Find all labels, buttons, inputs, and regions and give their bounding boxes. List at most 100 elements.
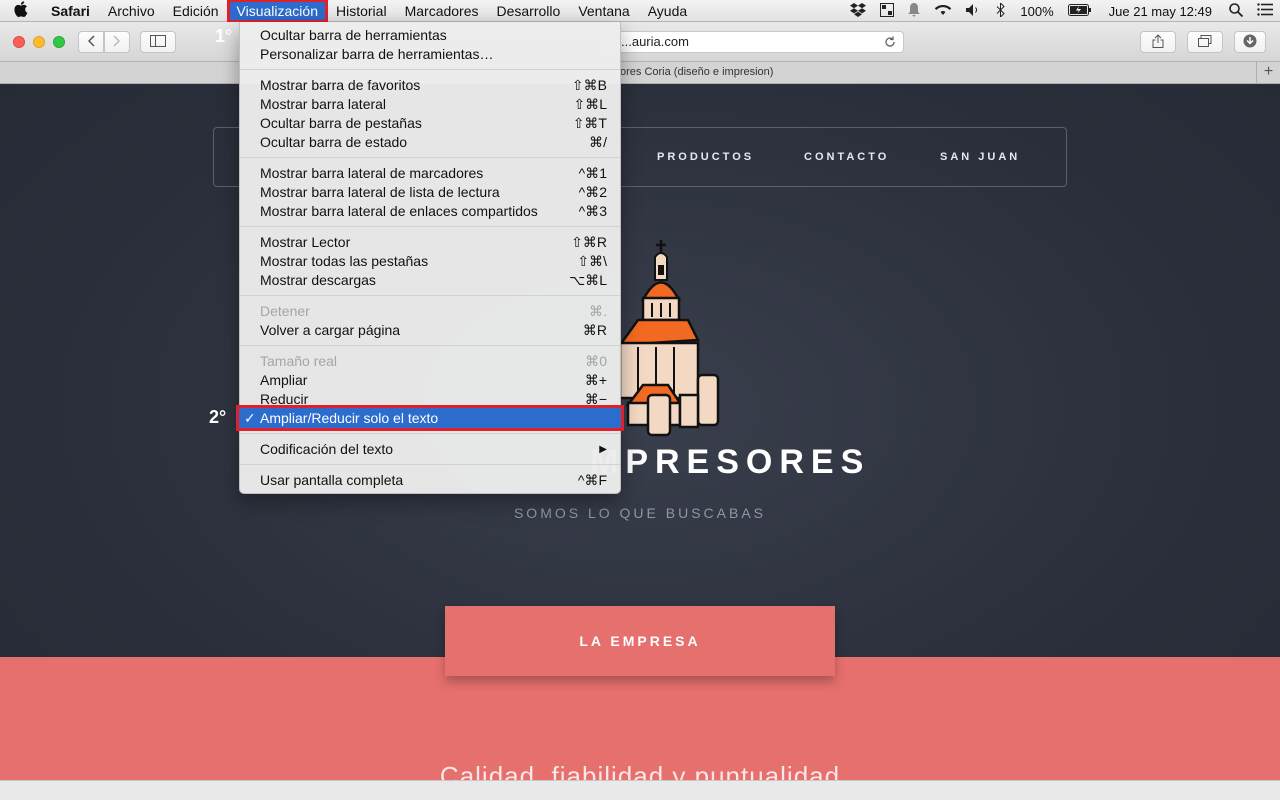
sidebar-icon bbox=[150, 34, 166, 50]
notification-center-icon[interactable] bbox=[1250, 3, 1280, 19]
share-button[interactable] bbox=[1140, 31, 1176, 53]
battery-icon[interactable] bbox=[1061, 3, 1099, 19]
menu-item-label: Mostrar todas las pestañas bbox=[260, 253, 429, 269]
menu-item-shortcut: ⌘+ bbox=[584, 372, 607, 388]
download-icon bbox=[1243, 34, 1257, 51]
menu-item-shortcut: ⇧⌘R bbox=[571, 234, 607, 250]
minimize-window-button[interactable] bbox=[33, 36, 45, 48]
menu-item-tamano-real: Tamaño real ⌘0 bbox=[240, 352, 620, 371]
nav-san-juan[interactable]: SAN JUAN bbox=[940, 151, 1020, 163]
menu-item-label: Mostrar barra lateral bbox=[260, 96, 387, 112]
menu-item-barra-enlaces-compartidos[interactable]: Mostrar barra lateral de enlaces compart… bbox=[240, 202, 620, 221]
menu-ventana[interactable]: Ventana bbox=[569, 0, 638, 22]
menu-item-ocultar-barra-estado[interactable]: Ocultar barra de estado ⌘/ bbox=[240, 133, 620, 152]
bluetooth-icon[interactable] bbox=[989, 1, 1013, 20]
submenu-arrow-icon: ▶ bbox=[599, 444, 607, 455]
reload-icon[interactable] bbox=[884, 32, 896, 54]
menu-item-mostrar-barra-favoritos[interactable]: Mostrar barra de favoritos ⇧⌘B bbox=[240, 76, 620, 95]
menu-item-label: Detener bbox=[260, 303, 310, 319]
battery-percent: 100% bbox=[1020, 3, 1054, 19]
menu-item-ampliar[interactable]: Ampliar ⌘+ bbox=[240, 371, 620, 390]
menu-item-shortcut: ⇧⌘T bbox=[572, 115, 607, 131]
dropbox-icon[interactable] bbox=[843, 2, 873, 20]
menu-item-shortcut: ⌥⌘L bbox=[569, 272, 607, 288]
volume-icon[interactable] bbox=[959, 3, 989, 19]
menu-edicion[interactable]: Edición bbox=[164, 0, 228, 22]
menu-archivo[interactable]: Archivo bbox=[99, 0, 164, 22]
tab-title[interactable]: ores Coria (diseño e impresion) bbox=[620, 66, 773, 78]
menu-separator bbox=[240, 69, 620, 70]
empresa-label: LA EMPRESA bbox=[579, 633, 701, 649]
menu-historial[interactable]: Historial bbox=[327, 0, 396, 22]
menu-item-label: Tamaño real bbox=[260, 353, 338, 369]
menu-item-label: Usar pantalla completa bbox=[260, 472, 404, 488]
menu-marcadores[interactable]: Marcadores bbox=[396, 0, 488, 22]
apple-icon[interactable] bbox=[0, 0, 42, 21]
share-icon bbox=[1152, 33, 1164, 51]
menu-item-mostrar-todas-pestanas[interactable]: Mostrar todas las pestañas ⇧⌘\ bbox=[240, 252, 620, 271]
menu-item-label: Mostrar descargas bbox=[260, 272, 376, 288]
menu-item-shortcut: ^⌘3 bbox=[578, 203, 607, 219]
back-button[interactable] bbox=[78, 31, 104, 53]
browser-toolbar: ...auria.com bbox=[0, 22, 1280, 62]
menu-item-label: Ampliar bbox=[260, 372, 308, 388]
tabs-overview-button[interactable] bbox=[1187, 31, 1223, 53]
menu-item-label: Codificación del texto bbox=[260, 441, 394, 457]
fullscreen-window-button[interactable] bbox=[53, 36, 65, 48]
sidebar-toggle-button[interactable] bbox=[140, 31, 176, 53]
menu-item-pantalla-completa[interactable]: Usar pantalla completa ^⌘F bbox=[240, 471, 620, 490]
downloads-button[interactable] bbox=[1234, 31, 1266, 53]
menu-separator bbox=[240, 345, 620, 346]
menu-item-shortcut: ⇧⌘B bbox=[571, 77, 607, 93]
menu-item-label: Mostrar barra lateral de marcadores bbox=[260, 165, 484, 181]
menu-item-label: Mostrar barra lateral de lista de lectur… bbox=[260, 184, 500, 200]
nav-productos[interactable]: PRODUCTOS bbox=[657, 151, 754, 163]
menu-item-codificacion-texto[interactable]: Codificación del texto ▶ bbox=[240, 440, 620, 459]
forward-button[interactable] bbox=[104, 31, 130, 53]
menu-separator bbox=[240, 295, 620, 296]
menu-item-mostrar-barra-lateral[interactable]: Mostrar barra lateral ⇧⌘L bbox=[240, 95, 620, 114]
brand-name: MPRESORES bbox=[590, 443, 871, 481]
close-window-button[interactable] bbox=[13, 36, 25, 48]
address-text: ...auria.com bbox=[621, 34, 689, 49]
menu-item-label: Mostrar barra de favoritos bbox=[260, 77, 421, 93]
empresa-tab[interactable]: LA EMPRESA bbox=[445, 606, 835, 676]
menu-item-shortcut: ⇧⌘\ bbox=[577, 253, 607, 269]
menu-item-personalizar-barra[interactable]: Personalizar barra de herramientas… bbox=[240, 45, 620, 64]
menu-separator bbox=[240, 226, 620, 227]
menu-item-ocultar-barra-pestanas[interactable]: Ocultar barra de pestañas ⇧⌘T bbox=[240, 114, 620, 133]
horizontal-scrollbar[interactable] bbox=[0, 780, 1280, 800]
tagline: SOMOS LO QUE BUSCABAS bbox=[513, 505, 767, 521]
grid-app-icon[interactable] bbox=[873, 2, 901, 20]
chevron-right-icon bbox=[113, 34, 121, 50]
menu-item-shortcut: ^⌘1 bbox=[578, 165, 607, 181]
address-bar[interactable]: ...auria.com bbox=[600, 31, 904, 53]
menu-item-barra-marcadores[interactable]: Mostrar barra lateral de marcadores ^⌘1 bbox=[240, 164, 620, 183]
menu-item-label: Personalizar barra de herramientas… bbox=[260, 46, 494, 62]
menu-item-label: Ocultar barra de estado bbox=[260, 134, 408, 150]
menu-safari[interactable]: Safari bbox=[42, 0, 99, 22]
menu-item-shortcut: ⌘/ bbox=[589, 134, 607, 150]
nav-contacto[interactable]: CONTACTO bbox=[804, 151, 889, 163]
menu-item-ocultar-barra-herramientas[interactable]: Ocultar barra de herramientas bbox=[240, 26, 620, 45]
new-tab-button[interactable]: + bbox=[1256, 62, 1280, 84]
menu-item-shortcut: ⌘R bbox=[582, 322, 607, 338]
menu-separator bbox=[240, 433, 620, 434]
web-page: PRODUCTOS CONTACTO SAN JUAN MPRESORES SO… bbox=[0, 85, 1280, 800]
menu-item-volver-cargar[interactable]: Volver a cargar página ⌘R bbox=[240, 321, 620, 340]
wifi-icon[interactable] bbox=[927, 3, 959, 19]
menu-item-barra-lista-lectura[interactable]: Mostrar barra lateral de lista de lectur… bbox=[240, 183, 620, 202]
menu-visualizacion[interactable]: Visualización bbox=[226, 0, 329, 23]
menu-separator bbox=[240, 464, 620, 465]
datetime[interactable]: Jue 21 may 12:49 bbox=[1099, 4, 1222, 19]
menu-ayuda[interactable]: Ayuda bbox=[639, 0, 696, 22]
menu-item-label: Ampliar/Reducir solo el texto bbox=[260, 410, 439, 426]
menu-item-mostrar-descargas[interactable]: Mostrar descargas ⌥⌘L bbox=[240, 271, 620, 290]
notification-bell-icon[interactable] bbox=[901, 2, 927, 20]
spotlight-search-icon[interactable] bbox=[1222, 2, 1250, 20]
menu-item-mostrar-lector[interactable]: Mostrar Lector ⇧⌘R bbox=[240, 233, 620, 252]
menu-item-shortcut: ⇧⌘L bbox=[573, 96, 607, 112]
menu-item-ampliar-reducir-solo-texto[interactable]: ✓ Ampliar/Reducir solo el texto bbox=[236, 405, 624, 431]
checkmark-icon: ✓ bbox=[244, 410, 256, 426]
menu-desarrollo[interactable]: Desarrollo bbox=[488, 0, 570, 22]
